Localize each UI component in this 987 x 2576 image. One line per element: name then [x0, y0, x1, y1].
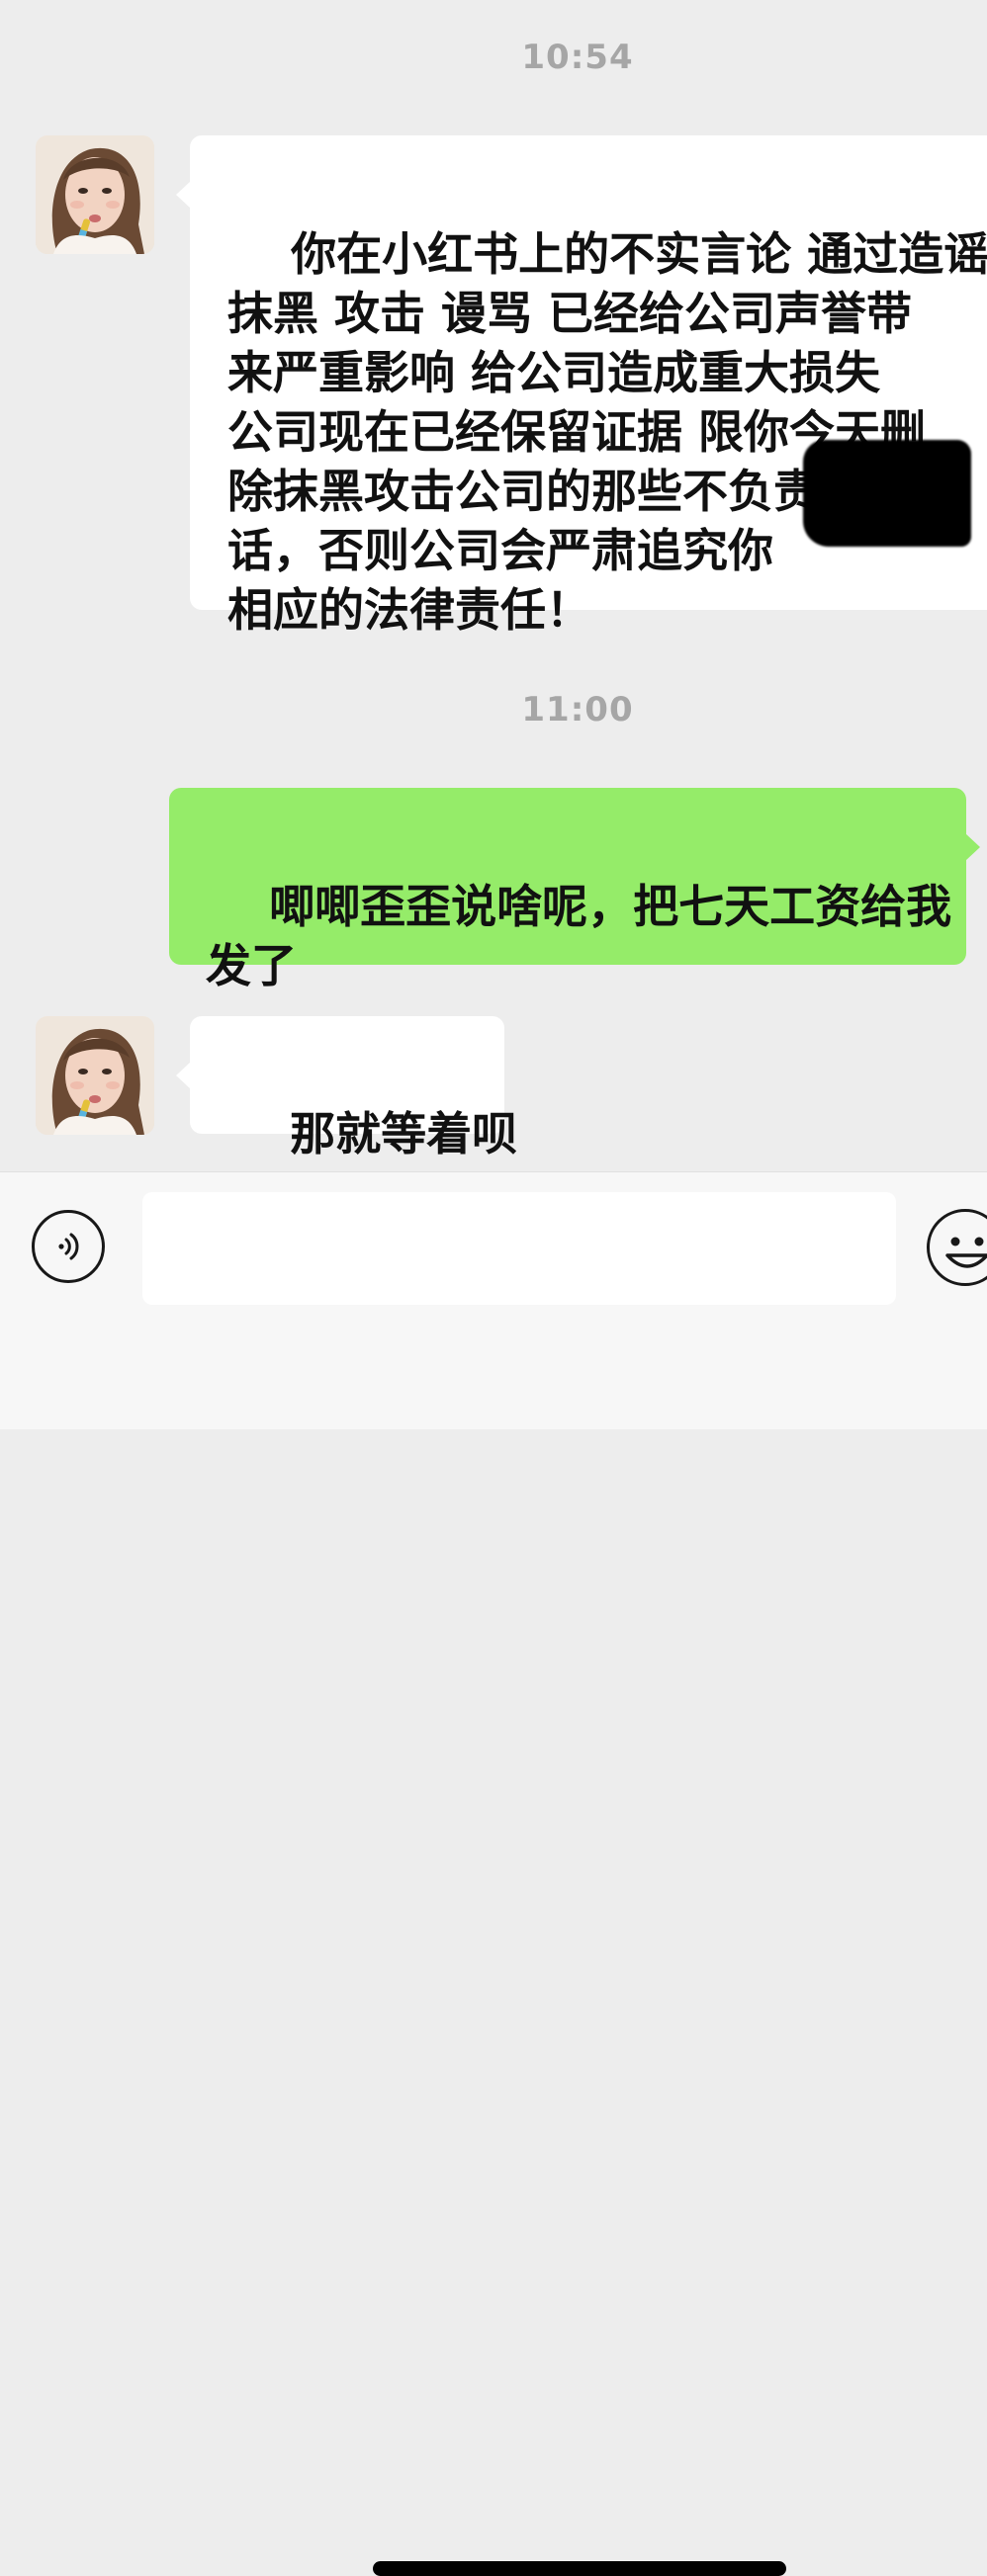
- sent-message-bubble[interactable]: 唧唧歪歪说啥呢，把七天工资给我 发了: [169, 788, 980, 992]
- message-text: 唧唧歪歪说啥呢，把七天工资给我 发了: [206, 880, 952, 992]
- received-message-bubble[interactable]: 那就等着呗: [176, 1016, 517, 1160]
- message-input[interactable]: [142, 1192, 896, 1305]
- avatar-icon: [36, 135, 154, 254]
- emoji-icon[interactable]: [927, 1209, 987, 1286]
- avatar[interactable]: [36, 135, 154, 254]
- timestamp: 10:54: [521, 38, 634, 77]
- voice-icon[interactable]: [32, 1210, 105, 1283]
- smiley-face-icon: [945, 1237, 987, 1268]
- avatar-icon: [36, 1016, 154, 1135]
- timestamp: 11:00: [521, 690, 634, 730]
- home-indicator: [373, 2561, 786, 2576]
- chat-message-area[interactable]: 10:54 你在小红书上的不实言论 通过造谣 抹黑 攻击 谩骂 已经给公司声誉带…: [0, 0, 987, 1171]
- message-text: 那就等着呗: [290, 1107, 518, 1160]
- input-bar: [0, 1171, 987, 2576]
- avatar[interactable]: [36, 1016, 154, 1135]
- sound-wave-icon: [58, 1233, 79, 1260]
- redaction-mark: [803, 440, 971, 547]
- message-text: 你在小红书上的不实言论 通过造谣 抹黑 攻击 谩骂 已经给公司声誉带 来严重影响…: [227, 227, 987, 637]
